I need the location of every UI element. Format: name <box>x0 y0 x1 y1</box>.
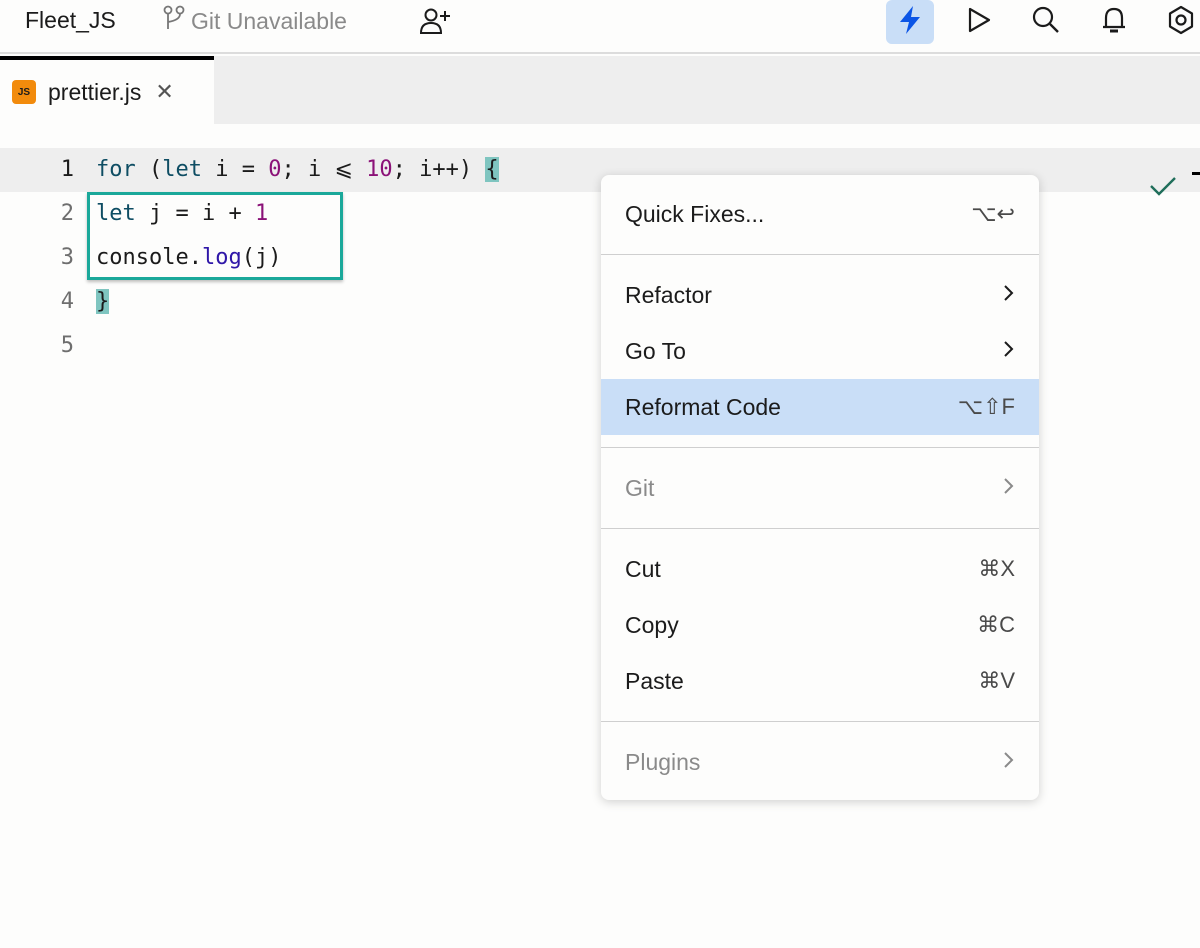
menu-item-paste[interactable]: Paste ⌘V <box>601 653 1039 709</box>
line-content: for (let i = 0; i ⩽ 10; i++) { <box>96 157 499 182</box>
shortcut-label: ⌘X <box>978 556 1015 581</box>
run-button[interactable] <box>955 0 1003 44</box>
settings-icon <box>1166 5 1196 40</box>
menu-separator <box>601 447 1039 448</box>
line-number: 3 <box>60 245 74 270</box>
menu-separator <box>601 528 1039 529</box>
menu-item-refactor[interactable]: Refactor <box>601 267 1039 323</box>
js-file-icon: JS <box>12 80 36 104</box>
lightning-icon <box>897 5 923 40</box>
line-number: 4 <box>60 289 74 314</box>
add-user-button[interactable] <box>418 6 452 41</box>
menu-item-reformat-code[interactable]: Reformat Code ⌥⇧F <box>601 379 1039 435</box>
line-number: 2 <box>60 201 74 226</box>
notifications-button[interactable] <box>1090 0 1138 44</box>
search-icon <box>1031 5 1061 40</box>
editor-tab-strip: JS prettier.js ✕ <box>0 56 1200 124</box>
chevron-right-icon <box>1003 338 1015 365</box>
shortcut-label: ⌘V <box>978 668 1015 693</box>
scrollbar-marker[interactable] <box>1192 172 1200 175</box>
menu-item-git[interactable]: Git <box>601 460 1039 516</box>
menu-item-go-to[interactable]: Go To <box>601 323 1039 379</box>
menu-item-plugins[interactable]: Plugins <box>601 734 1039 790</box>
git-branch-icon <box>163 5 191 37</box>
line-number: 5 <box>60 333 74 358</box>
matching-brace: } <box>96 289 110 314</box>
chevron-right-icon <box>1003 749 1015 776</box>
menu-separator <box>601 254 1039 255</box>
context-menu: Quick Fixes... ⌥↩ Refactor Go To Reforma… <box>601 175 1039 800</box>
menu-item-cut[interactable]: Cut ⌘X <box>601 541 1039 597</box>
line-content: } <box>96 289 110 314</box>
menu-item-quick-fixes[interactable]: Quick Fixes... ⌥↩ <box>601 186 1039 242</box>
settings-button[interactable] <box>1157 0 1200 44</box>
chevron-right-icon <box>1003 282 1015 309</box>
menu-separator <box>601 721 1039 722</box>
bell-icon <box>1100 5 1128 40</box>
line-number: 1 <box>60 157 74 182</box>
menu-item-copy[interactable]: Copy ⌘C <box>601 597 1039 653</box>
shortcut-label: ⌘C <box>977 612 1015 637</box>
git-status-label: Git Unavailable <box>191 7 347 34</box>
selection-highlight-box <box>87 192 343 280</box>
close-icon[interactable]: ✕ <box>155 81 173 103</box>
git-status-button[interactable]: Git Unavailable <box>163 5 347 37</box>
project-name[interactable]: Fleet_JS <box>25 7 116 34</box>
smart-mode-button[interactable] <box>886 0 934 44</box>
run-icon <box>965 6 993 39</box>
shortcut-label: ⌥↩ <box>971 201 1015 226</box>
top-toolbar: Fleet_JS Git Unavailable <box>0 0 1200 54</box>
tab-label: prettier.js <box>48 78 142 105</box>
shortcut-label: ⌥⇧F <box>957 394 1015 419</box>
matching-brace: { <box>485 157 499 182</box>
add-user-icon <box>418 8 452 40</box>
tab-prettier-js[interactable]: JS prettier.js ✕ <box>0 56 214 124</box>
chevron-right-icon <box>1003 475 1015 502</box>
search-button[interactable] <box>1022 0 1070 44</box>
